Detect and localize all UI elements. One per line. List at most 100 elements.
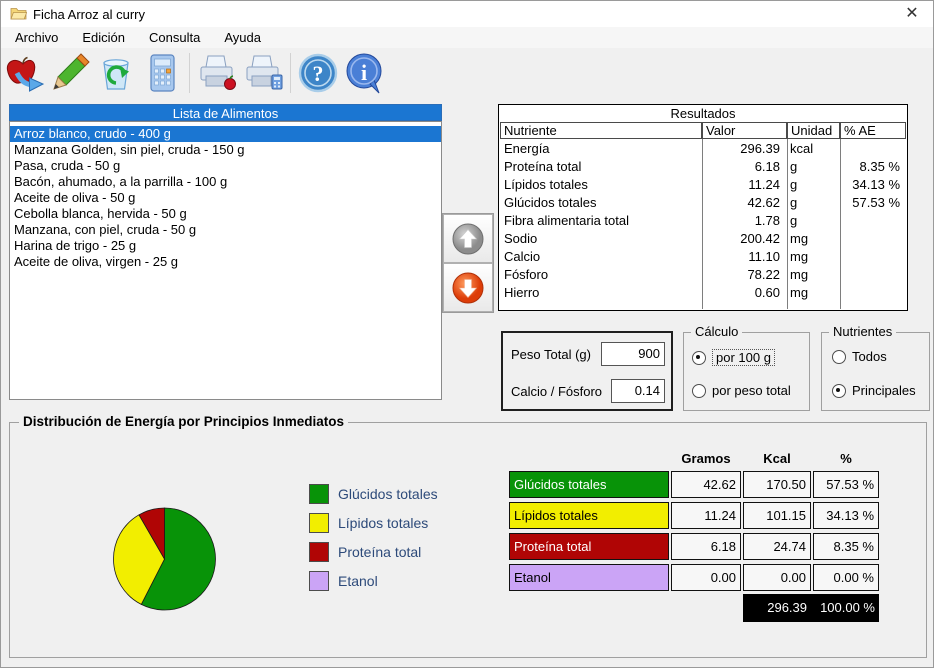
arrow-down-icon xyxy=(452,272,484,303)
peso-total-field[interactable]: 900 xyxy=(601,342,665,366)
nutrient-name: Energía xyxy=(504,141,550,156)
result-row: Glúcidos totales 42.62 g 57.53 % xyxy=(500,194,906,212)
dist-cell-kcal: 0.00 xyxy=(743,564,811,591)
list-item[interactable]: Aceite de oliva - 50 g xyxy=(10,190,441,206)
menu-edicion[interactable]: Edición xyxy=(72,28,135,47)
list-item[interactable]: Manzana, con piel, cruda - 50 g xyxy=(10,222,441,238)
nutrient-value: 6.18 xyxy=(754,159,780,174)
result-row: Calcio 11.10 mg xyxy=(500,248,906,266)
nutrient-name: Proteína total xyxy=(504,159,582,174)
dist-cell-gramos: 0.00 xyxy=(671,564,741,591)
toolbar: ? i xyxy=(1,48,933,98)
legend-swatch-glucidos xyxy=(309,484,329,504)
legend-item: Proteína total xyxy=(309,542,421,562)
arrow-up-icon xyxy=(452,223,484,254)
radio-label: por peso total xyxy=(712,383,791,398)
calcio-fosforo-field[interactable]: 0.14 xyxy=(611,379,665,403)
list-item[interactable]: Cebolla blanca, hervida - 50 g xyxy=(10,206,441,222)
dist-col-gramos: Gramos xyxy=(681,451,731,466)
info-button[interactable]: i xyxy=(341,50,387,96)
pencil-icon xyxy=(53,53,90,90)
dist-total-row: 296.39 100.00 % xyxy=(743,594,879,622)
dist-cell-pct: 34.13 % xyxy=(813,502,879,529)
dist-row-label: Lípidos totales xyxy=(509,502,669,529)
dist-cell-pct: 8.35 % xyxy=(813,533,879,560)
radio-icon[interactable] xyxy=(832,349,846,364)
legend-item: Lípidos totales xyxy=(309,513,428,533)
nutrient-value: 0.60 xyxy=(754,285,780,300)
legend-item: Etanol xyxy=(309,571,378,591)
dist-row-label: Glúcidos totales xyxy=(509,471,669,498)
legend-label: Lípidos totales xyxy=(338,515,429,531)
column-header-valor: Valor xyxy=(702,122,787,139)
nutrient-pae: 57.53 % xyxy=(852,195,900,210)
toolbar-separator xyxy=(189,53,190,93)
legend-label: Etanol xyxy=(338,573,378,589)
radio-por-peso-total[interactable]: por peso total xyxy=(692,383,791,398)
result-row: Proteína total 6.18 g 8.35 % xyxy=(500,158,906,176)
legend-item: Glúcidos totales xyxy=(309,484,438,504)
list-item[interactable]: Aceite de oliva, virgen - 25 g xyxy=(10,254,441,270)
dist-cell-gramos: 11.24 xyxy=(671,502,741,529)
menu-archivo[interactable]: Archivo xyxy=(5,28,68,47)
radio-label: Principales xyxy=(852,383,916,398)
move-buttons-panel xyxy=(442,213,494,313)
dist-row-label: Proteína total xyxy=(509,533,669,560)
nutrient-value: 11.24 xyxy=(748,177,780,192)
print-calculation-button[interactable] xyxy=(240,50,286,96)
food-list-header: Lista de Alimentos xyxy=(9,104,442,121)
printer-calculator-icon xyxy=(246,55,283,90)
edit-food-button[interactable] xyxy=(47,50,93,96)
dist-cell-pct: 57.53 % xyxy=(813,471,879,498)
nutrient-unit: g xyxy=(790,213,798,228)
list-item[interactable]: Bacón, ahumado, a la parrilla - 100 g xyxy=(10,174,441,190)
close-icon[interactable]: ✕ xyxy=(901,4,923,24)
results-title: Resultados xyxy=(670,106,736,121)
nutrient-pae: 8.35 % xyxy=(859,159,900,174)
move-down-button[interactable] xyxy=(443,263,493,312)
trash-recycle-icon xyxy=(103,59,129,90)
energy-pie-chart xyxy=(113,507,216,611)
list-item[interactable]: Arroz blanco, crudo - 400 g xyxy=(10,126,441,142)
dist-cell-kcal: 101.15 xyxy=(743,502,811,529)
menu-consulta[interactable]: Consulta xyxy=(139,28,210,47)
radio-por-100g[interactable]: por 100 g xyxy=(692,349,775,366)
nutrient-unit: mg xyxy=(790,285,809,300)
help-icon: ? xyxy=(298,53,338,93)
radio-principales[interactable]: Principales xyxy=(832,383,916,398)
result-row: Lípidos totales 11.24 g 34.13 % xyxy=(500,176,906,194)
nutrientes-group-title: Nutrientes xyxy=(829,325,897,339)
nutrient-name: Lípidos totales xyxy=(504,177,588,192)
nutrient-unit: kcal xyxy=(790,141,814,156)
calculate-button[interactable] xyxy=(139,50,185,96)
radio-todos[interactable]: Todos xyxy=(832,349,887,364)
list-item[interactable]: Pasa, cruda - 50 g xyxy=(10,158,441,174)
help-button[interactable]: ? xyxy=(295,50,341,96)
toolbar-separator xyxy=(290,53,291,93)
dist-cell-gramos: 42.62 xyxy=(671,471,741,498)
nutrient-value: 11.10 xyxy=(748,249,780,264)
peso-total-label: Peso Total (g) xyxy=(511,347,591,362)
dist-cell-pct: 0.00 % xyxy=(813,564,879,591)
nutrient-name: Calcio xyxy=(504,249,541,264)
nutrient-value: 42.62 xyxy=(747,195,780,210)
move-up-button[interactable] xyxy=(443,214,493,263)
result-row: Fósforo 78.22 mg xyxy=(500,266,906,284)
title-bar: Ficha Arroz al curry ✕ xyxy=(1,1,933,27)
totals-panel: Peso Total (g) 900 Calcio / Fósforo 0.14 xyxy=(501,331,673,411)
radio-icon[interactable] xyxy=(692,350,706,365)
radio-icon[interactable] xyxy=(832,383,846,398)
nutrient-name: Sodio xyxy=(504,231,538,246)
add-food-button[interactable] xyxy=(1,50,47,96)
calculator-icon xyxy=(150,54,175,92)
svg-text:?: ? xyxy=(313,61,324,86)
calculo-group: Cálculo por 100 g por peso total xyxy=(683,325,810,411)
dist-col-kcal: Kcal xyxy=(763,451,791,466)
list-item[interactable]: Harina de trigo - 25 g xyxy=(10,238,441,254)
radio-icon[interactable] xyxy=(692,383,706,398)
list-item[interactable]: Manzana Golden, sin piel, cruda - 150 g xyxy=(10,142,441,158)
clear-list-button[interactable] xyxy=(93,50,139,96)
menu-ayuda[interactable]: Ayuda xyxy=(214,28,271,47)
nutrient-unit: g xyxy=(790,159,798,174)
print-food-button[interactable] xyxy=(194,50,240,96)
